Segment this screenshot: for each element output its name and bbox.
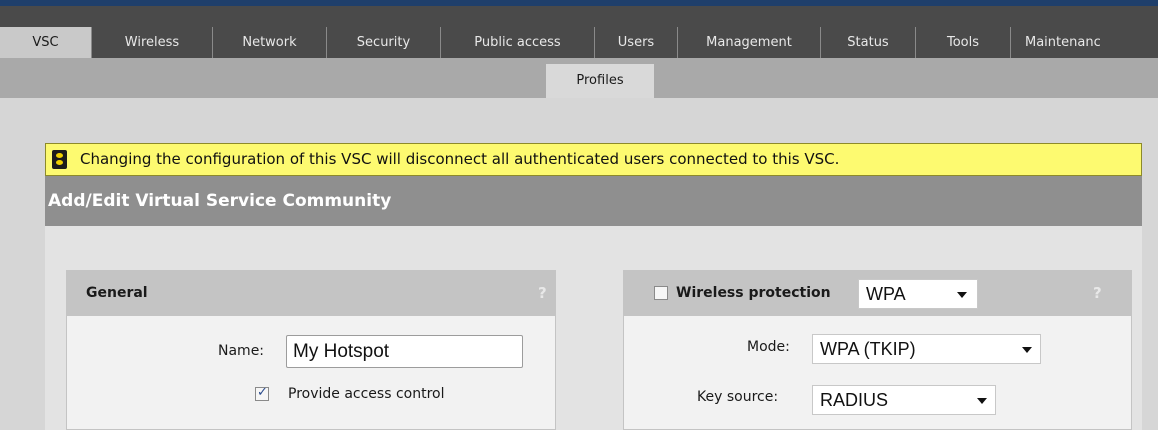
subtab-profiles[interactable]: Profiles	[546, 64, 654, 98]
wireless-protection-checkbox[interactable]	[654, 286, 668, 300]
wireless-protection-label: Wireless protection	[676, 285, 831, 301]
wireless-box-header: Wireless protection WPA ?	[623, 270, 1132, 316]
chevron-down-icon	[977, 398, 987, 404]
name-input[interactable]: My Hotspot	[286, 335, 523, 368]
provide-access-control-checkbox[interactable]	[255, 385, 269, 401]
warning-banner: Changing the configuration of this VSC w…	[45, 143, 1142, 176]
name-label: Name:	[218, 343, 265, 359]
main-tabs: VSC Wireless Network Security Public acc…	[0, 27, 1158, 58]
general-help-icon[interactable]: ?	[538, 270, 547, 316]
provide-access-control-label: Provide access control	[288, 386, 445, 402]
page-title: Add/Edit Virtual Service Community	[48, 191, 392, 211]
wireless-protection-value: WPA	[866, 284, 906, 304]
general-box-header: General ?	[66, 270, 556, 316]
mode-select[interactable]: WPA (TKIP)	[812, 334, 1041, 364]
tab-public-access[interactable]: Public access	[440, 27, 594, 58]
tab-tools[interactable]: Tools	[915, 27, 1010, 58]
mode-value: WPA (TKIP)	[820, 339, 916, 359]
tab-security[interactable]: Security	[326, 27, 440, 58]
general-title: General	[86, 285, 148, 301]
wireless-protection-select[interactable]: WPA	[858, 279, 978, 309]
tab-network[interactable]: Network	[212, 27, 326, 58]
mode-label: Mode:	[747, 339, 790, 355]
key-source-value: RADIUS	[820, 390, 889, 410]
main-nav-bar: VSC Wireless Network Security Public acc…	[0, 6, 1158, 58]
tab-vsc[interactable]: VSC	[0, 27, 91, 58]
chevron-down-icon	[957, 292, 967, 298]
tab-wireless[interactable]: Wireless	[91, 27, 212, 58]
key-source-label: Key source:	[697, 389, 779, 405]
general-box-body	[66, 316, 556, 430]
wireless-help-icon[interactable]: ?	[1093, 270, 1102, 316]
traffic-light-warning-icon	[52, 150, 67, 169]
chevron-down-icon	[1022, 347, 1032, 353]
panel-header: Add/Edit Virtual Service Community	[45, 176, 1142, 226]
key-source-select[interactable]: RADIUS	[812, 385, 996, 415]
tab-maintenance[interactable]: Maintenanc	[1010, 27, 1158, 58]
tab-management[interactable]: Management	[677, 27, 820, 58]
tab-users[interactable]: Users	[594, 27, 677, 58]
tab-status[interactable]: Status	[820, 27, 915, 58]
warning-text: Changing the configuration of this VSC w…	[80, 150, 840, 168]
